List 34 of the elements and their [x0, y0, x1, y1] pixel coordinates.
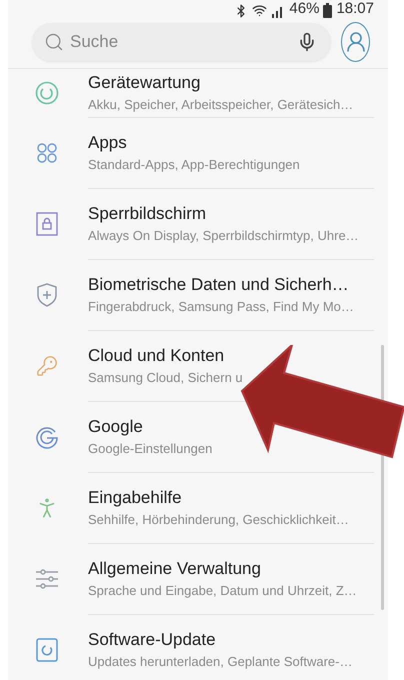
- search-icon: [44, 32, 64, 52]
- item-subtitle: Standard-Apps, App-Berechtigungen: [88, 156, 301, 172]
- search-input[interactable]: Suche: [68, 31, 293, 53]
- update-icon: [36, 638, 58, 662]
- lock-screen-icon: [36, 212, 58, 236]
- item-title: Sperrbildschirm: [88, 204, 208, 224]
- letter-g-icon: [35, 424, 59, 448]
- item-subtitle: Akku, Speicher, Arbeitsspeicher, Gerätesich…: [88, 97, 354, 112]
- item-title: Google: [88, 416, 144, 436]
- clock-time: 18:07: [336, 0, 374, 18]
- item-title: Software-Update: [88, 630, 217, 650]
- item-subtitle: Always On Display, Sperrbildschirmtyp, Uhre…: [88, 228, 360, 242]
- item-subtitle: Sprache und Eingabe, Datum und Uhrzeit, Z…: [88, 582, 358, 598]
- battery-percent: 46%: [289, 0, 320, 18]
- wifi-icon: [252, 3, 268, 18]
- search-field[interactable]: Suche: [32, 23, 331, 61]
- item-subtitle: Sehhilfe, Hörbehinderung, Geschicklichkeit…: [88, 512, 350, 526]
- shield-plus-icon: [36, 282, 58, 306]
- apps-grid-icon: [36, 142, 58, 164]
- item-subtitle: Fingerabdruck, Samsung Pass, Find My Mo…: [88, 298, 355, 314]
- item-subtitle: Samsung Cloud, Sichern u: [88, 370, 244, 384]
- item-title: Allgemeine Verwaltung: [88, 558, 262, 578]
- refresh-circle-icon: [35, 81, 59, 105]
- item-title: Biometrische Daten und Sicherh…: [88, 274, 350, 294]
- item-title: Cloud und Konten: [88, 346, 226, 366]
- key-icon: [36, 354, 58, 376]
- battery-icon: [323, 3, 332, 18]
- profile-button[interactable]: [341, 22, 370, 62]
- item-subtitle: Google-Einstellungen: [88, 440, 214, 456]
- sliders-icon: [35, 568, 59, 590]
- item-subtitle: Updates herunterladen, Geplante Software-…: [88, 654, 354, 669]
- item-title: Eingabehilfe: [88, 488, 183, 508]
- item-title: Gerätewartung: [88, 73, 202, 93]
- item-title: Apps: [88, 132, 128, 152]
